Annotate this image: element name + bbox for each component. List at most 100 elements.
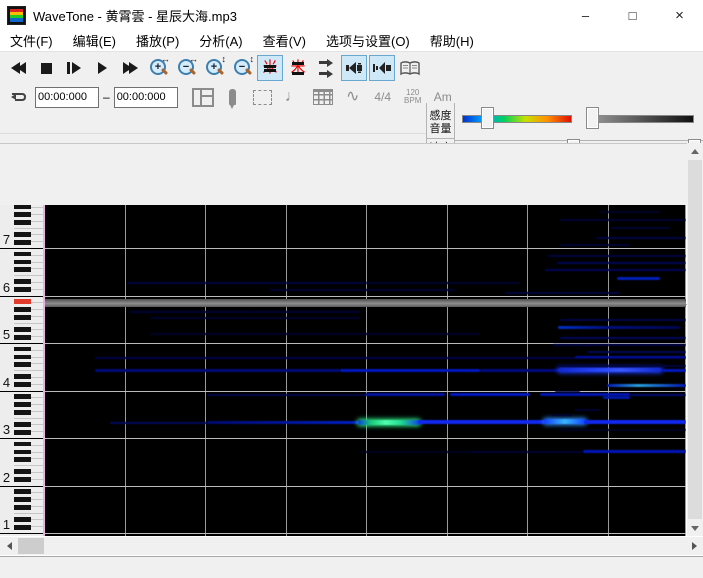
piano-key-black[interactable] xyxy=(14,362,31,367)
harmonic-suppress-button[interactable]: 米 xyxy=(285,55,311,81)
horizontal-scrollbar[interactable] xyxy=(0,537,703,555)
midi-output-button[interactable] xyxy=(369,55,395,81)
note-table-button[interactable] xyxy=(310,84,336,110)
piano-key-black[interactable] xyxy=(14,252,31,257)
horizontal-scrollbar-thumb[interactable] xyxy=(18,538,44,554)
tempo-button[interactable]: 120BPM xyxy=(400,84,426,110)
harmonic-display-button[interactable]: 米 xyxy=(257,55,283,81)
sensitivity-slider-thumb[interactable] xyxy=(481,107,494,129)
double-arrow-icon xyxy=(319,59,333,78)
white-key-separator xyxy=(14,418,43,419)
maximize-button[interactable]: □ xyxy=(609,0,656,30)
fast-forward-button[interactable] xyxy=(117,55,143,81)
piano-key-black[interactable] xyxy=(14,525,31,530)
volume-slider-thumb[interactable] xyxy=(586,107,599,129)
piano-key-black[interactable] xyxy=(14,279,31,284)
menu-item-1[interactable]: 编辑(E) xyxy=(63,31,126,50)
piano-key-black[interactable] xyxy=(14,260,31,265)
piano-key-black[interactable] xyxy=(14,394,31,399)
vertical-scrollbar[interactable] xyxy=(687,143,703,536)
piano-key-black[interactable] xyxy=(14,457,31,462)
piano-key-black[interactable] xyxy=(14,205,31,209)
zoom-in-vertical-button[interactable]: ↕+ xyxy=(201,55,227,81)
menu-item-5[interactable]: 选项与设置(O) xyxy=(316,31,420,50)
spectrogram-streak xyxy=(558,368,662,372)
menu-item-2[interactable]: 播放(P) xyxy=(126,31,189,50)
piano-key-black[interactable] xyxy=(14,374,31,379)
piano-key-black[interactable] xyxy=(14,335,31,340)
piano-key-black[interactable] xyxy=(14,347,31,352)
scroll-up-button[interactable] xyxy=(687,143,703,159)
zoom-out-vertical-button[interactable]: ↕− xyxy=(229,55,255,81)
piano-key-black[interactable] xyxy=(14,469,31,474)
volume-slider-track[interactable] xyxy=(596,115,694,123)
scroll-right-button[interactable] xyxy=(686,538,702,554)
piano-key-black[interactable] xyxy=(14,355,31,360)
piano-key-black[interactable] xyxy=(14,489,31,494)
close-button[interactable]: × xyxy=(656,0,703,30)
play-button[interactable] xyxy=(89,55,115,81)
scroll-left-button[interactable] xyxy=(1,538,17,554)
piano-key-black[interactable] xyxy=(14,382,31,387)
piano-key-black[interactable] xyxy=(14,430,31,435)
loop-button[interactable] xyxy=(5,84,31,110)
step-play-button[interactable] xyxy=(61,55,87,81)
key-button[interactable]: Am xyxy=(430,84,456,110)
shift-notes-button[interactable] xyxy=(313,55,339,81)
piano-key-current-note[interactable] xyxy=(14,299,31,304)
menu-item-3[interactable]: 分析(A) xyxy=(189,31,252,50)
zoom-in-horizontal-icon: ↔+ xyxy=(148,58,168,78)
spectrogram-streak xyxy=(207,394,365,396)
stop-button[interactable] xyxy=(33,55,59,81)
piano-key-black[interactable] xyxy=(14,307,31,312)
piano-key-black[interactable] xyxy=(14,327,31,332)
piano-key-black[interactable] xyxy=(14,505,31,510)
menu-item-6[interactable]: 帮助(H) xyxy=(420,31,484,50)
speaker-midi-icon xyxy=(372,60,392,76)
piano-key-black[interactable] xyxy=(14,240,31,245)
waveform-view-button[interactable]: ∿ xyxy=(340,84,366,110)
piano-key-black[interactable] xyxy=(14,497,31,502)
piano-key-black[interactable] xyxy=(14,450,31,455)
loop-end-field[interactable]: 00:00:000 xyxy=(114,87,178,108)
piano-key-black[interactable] xyxy=(14,442,31,447)
piano-key-black[interactable] xyxy=(14,267,31,272)
piano-key-black[interactable] xyxy=(14,410,31,415)
piano-key-black[interactable] xyxy=(14,477,31,482)
grid-horizontal-line xyxy=(45,391,686,392)
menu-item-4[interactable]: 查看(V) xyxy=(253,31,316,50)
piano-key-black[interactable] xyxy=(14,422,31,427)
piano-key-black[interactable] xyxy=(14,220,31,225)
select-region-button[interactable] xyxy=(250,84,276,110)
spectrogram-streak xyxy=(587,351,686,353)
piano-key-black[interactable] xyxy=(14,212,31,217)
scroll-down-button[interactable] xyxy=(687,520,703,536)
status-bar xyxy=(0,556,703,578)
piano-key-black[interactable] xyxy=(14,517,31,522)
rewind-button[interactable] xyxy=(5,55,31,81)
panel-layout-button[interactable] xyxy=(190,84,216,110)
sensitivity-slider-track[interactable] xyxy=(462,115,572,123)
spectrogram[interactable] xyxy=(45,205,686,536)
minimize-button[interactable]: – xyxy=(562,0,609,30)
pencil-button[interactable] xyxy=(220,84,246,110)
zoom-in-horizontal-button[interactable]: ↔+ xyxy=(145,55,171,81)
piano-keyboard[interactable]: 7654321 xyxy=(0,205,44,536)
zoom-out-horizontal-button[interactable]: ↔− xyxy=(173,55,199,81)
meter-button[interactable]: 4/4 xyxy=(370,84,396,110)
note-input-button[interactable]: ♩ xyxy=(280,84,306,110)
grid-horizontal-line xyxy=(45,486,686,487)
vertical-scrollbar-thumb[interactable] xyxy=(688,160,702,519)
piano-key-black[interactable] xyxy=(14,402,31,407)
octave-number-label: 2 xyxy=(0,470,13,485)
loop-start-field[interactable]: 00:00:000 xyxy=(35,87,99,108)
rewind-icon xyxy=(17,62,26,74)
wave-output-button[interactable] xyxy=(341,55,367,81)
spectrogram-streak xyxy=(560,244,630,246)
timeline-ruler[interactable]: 1234 00:00:00000:01:00000:02:00000:03:00… xyxy=(0,143,687,206)
piano-key-black[interactable] xyxy=(14,232,31,237)
piano-key-black[interactable] xyxy=(14,315,31,320)
menu-item-0[interactable]: 文件(F) xyxy=(0,31,63,50)
help-book-button[interactable] xyxy=(397,55,423,81)
piano-key-black[interactable] xyxy=(14,287,31,292)
